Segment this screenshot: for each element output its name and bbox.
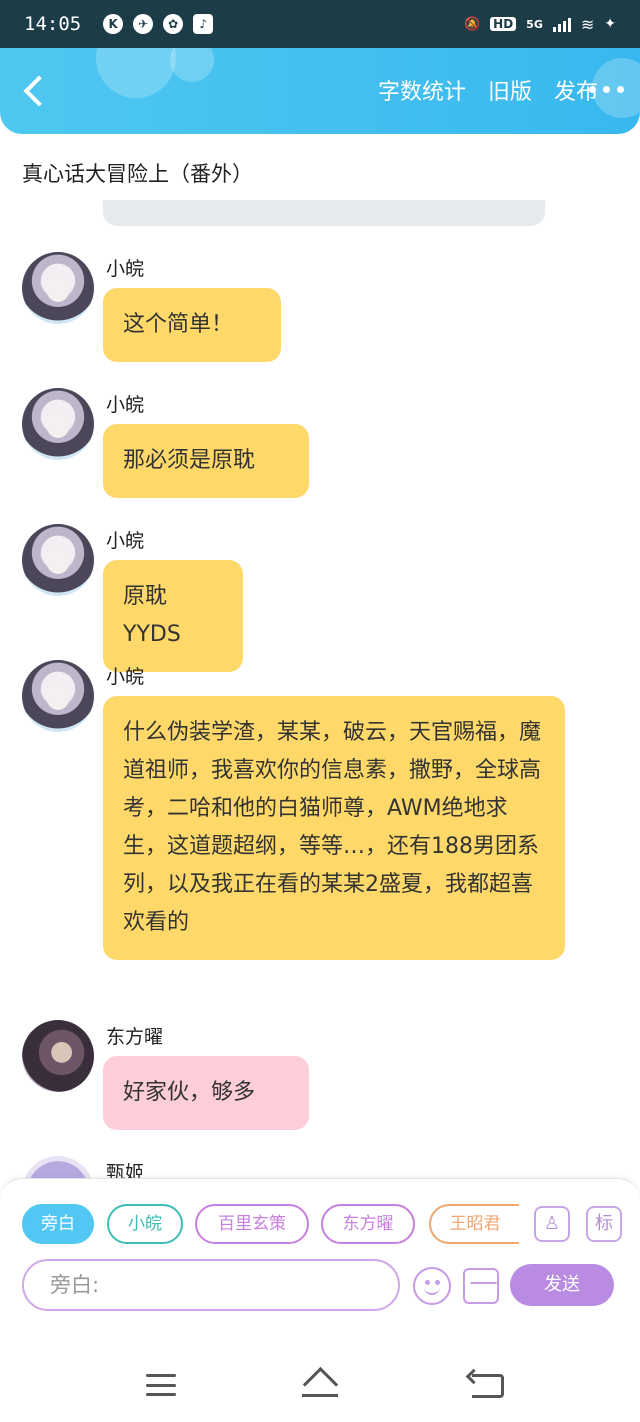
tiktok-icon: ♪ [193, 14, 214, 34]
wifi-icon: ≋ [580, 14, 595, 34]
emoji-icon[interactable] [413, 1267, 451, 1305]
signal-icon [552, 16, 571, 32]
avatar[interactable] [22, 388, 94, 460]
header-links: 字数统计 旧版 发布 [378, 74, 598, 106]
speaker-name: 小皖 [106, 666, 145, 688]
speaker-name: 小皖 [106, 258, 145, 280]
role-chip-xiaowan[interactable]: 小皖 [107, 1204, 183, 1244]
contact-card-icon[interactable]: ♙ [534, 1206, 570, 1242]
home-icon[interactable] [300, 1368, 340, 1398]
back-icon[interactable] [472, 1374, 504, 1398]
message-bubble[interactable]: 这个简单！ [103, 288, 281, 362]
message-bubble[interactable]: 什么伪装学渣，某某，破云，天官赐福，魔道祖师，我喜欢你的信息素，撒野，全球高考，… [103, 696, 565, 960]
network-label: 5G [526, 17, 543, 31]
role-chip-dongfang[interactable]: 东方曜 [321, 1204, 415, 1244]
role-chip-baili[interactable]: 百里玄策 [195, 1204, 309, 1244]
role-chip-narrator[interactable]: 旁白 [22, 1204, 94, 1244]
previous-message-bubble [103, 200, 545, 226]
compass-icon: ✈ [133, 14, 154, 34]
speaker-name: 小皖 [106, 530, 145, 552]
hd-badge: HD [490, 17, 517, 31]
menu-icon[interactable] [146, 1374, 176, 1396]
speaker-name: 东方曜 [106, 1026, 164, 1048]
mark-button[interactable]: 标 [586, 1206, 622, 1242]
message-bubble[interactable]: 那必须是原耽 [103, 424, 309, 498]
more-dots-icon[interactable] [589, 86, 624, 93]
avatar[interactable] [22, 1020, 94, 1092]
mute-icon: 🔕 [463, 16, 481, 32]
battery-icon: ✦ [604, 16, 616, 32]
avatar[interactable] [22, 252, 94, 324]
image-icon[interactable] [463, 1268, 499, 1304]
message-bubble[interactable]: 原耽YYDS [103, 560, 243, 672]
chevron-left-icon[interactable] [20, 76, 46, 106]
role-chip-wangzhaojun[interactable]: 王昭君 [429, 1204, 519, 1244]
old-version-link[interactable]: 旧版 [488, 74, 532, 106]
status-bar: 14:05 K ✈ ✿ ♪ 🔕 HD 5G ≋ ✦ [0, 0, 640, 48]
send-button[interactable]: 发送 [510, 1264, 614, 1306]
word-count-link[interactable]: 字数统计 [378, 74, 466, 106]
kuaishou-icon: K [103, 14, 124, 34]
status-time: 14:05 [24, 13, 82, 35]
message-input[interactable]: 旁白: [22, 1259, 400, 1311]
message-bubble[interactable]: 好家伙，够多 [103, 1056, 309, 1130]
top-toolbar: 字数统计 旧版 发布 [0, 48, 640, 134]
avatar[interactable] [22, 660, 94, 732]
document-title: 真心话大冒险上（番外） [22, 162, 253, 186]
baidu-icon: ✿ [163, 14, 184, 34]
system-nav-bar [0, 1346, 640, 1422]
avatar[interactable] [22, 524, 94, 596]
speaker-name: 小皖 [106, 394, 145, 416]
